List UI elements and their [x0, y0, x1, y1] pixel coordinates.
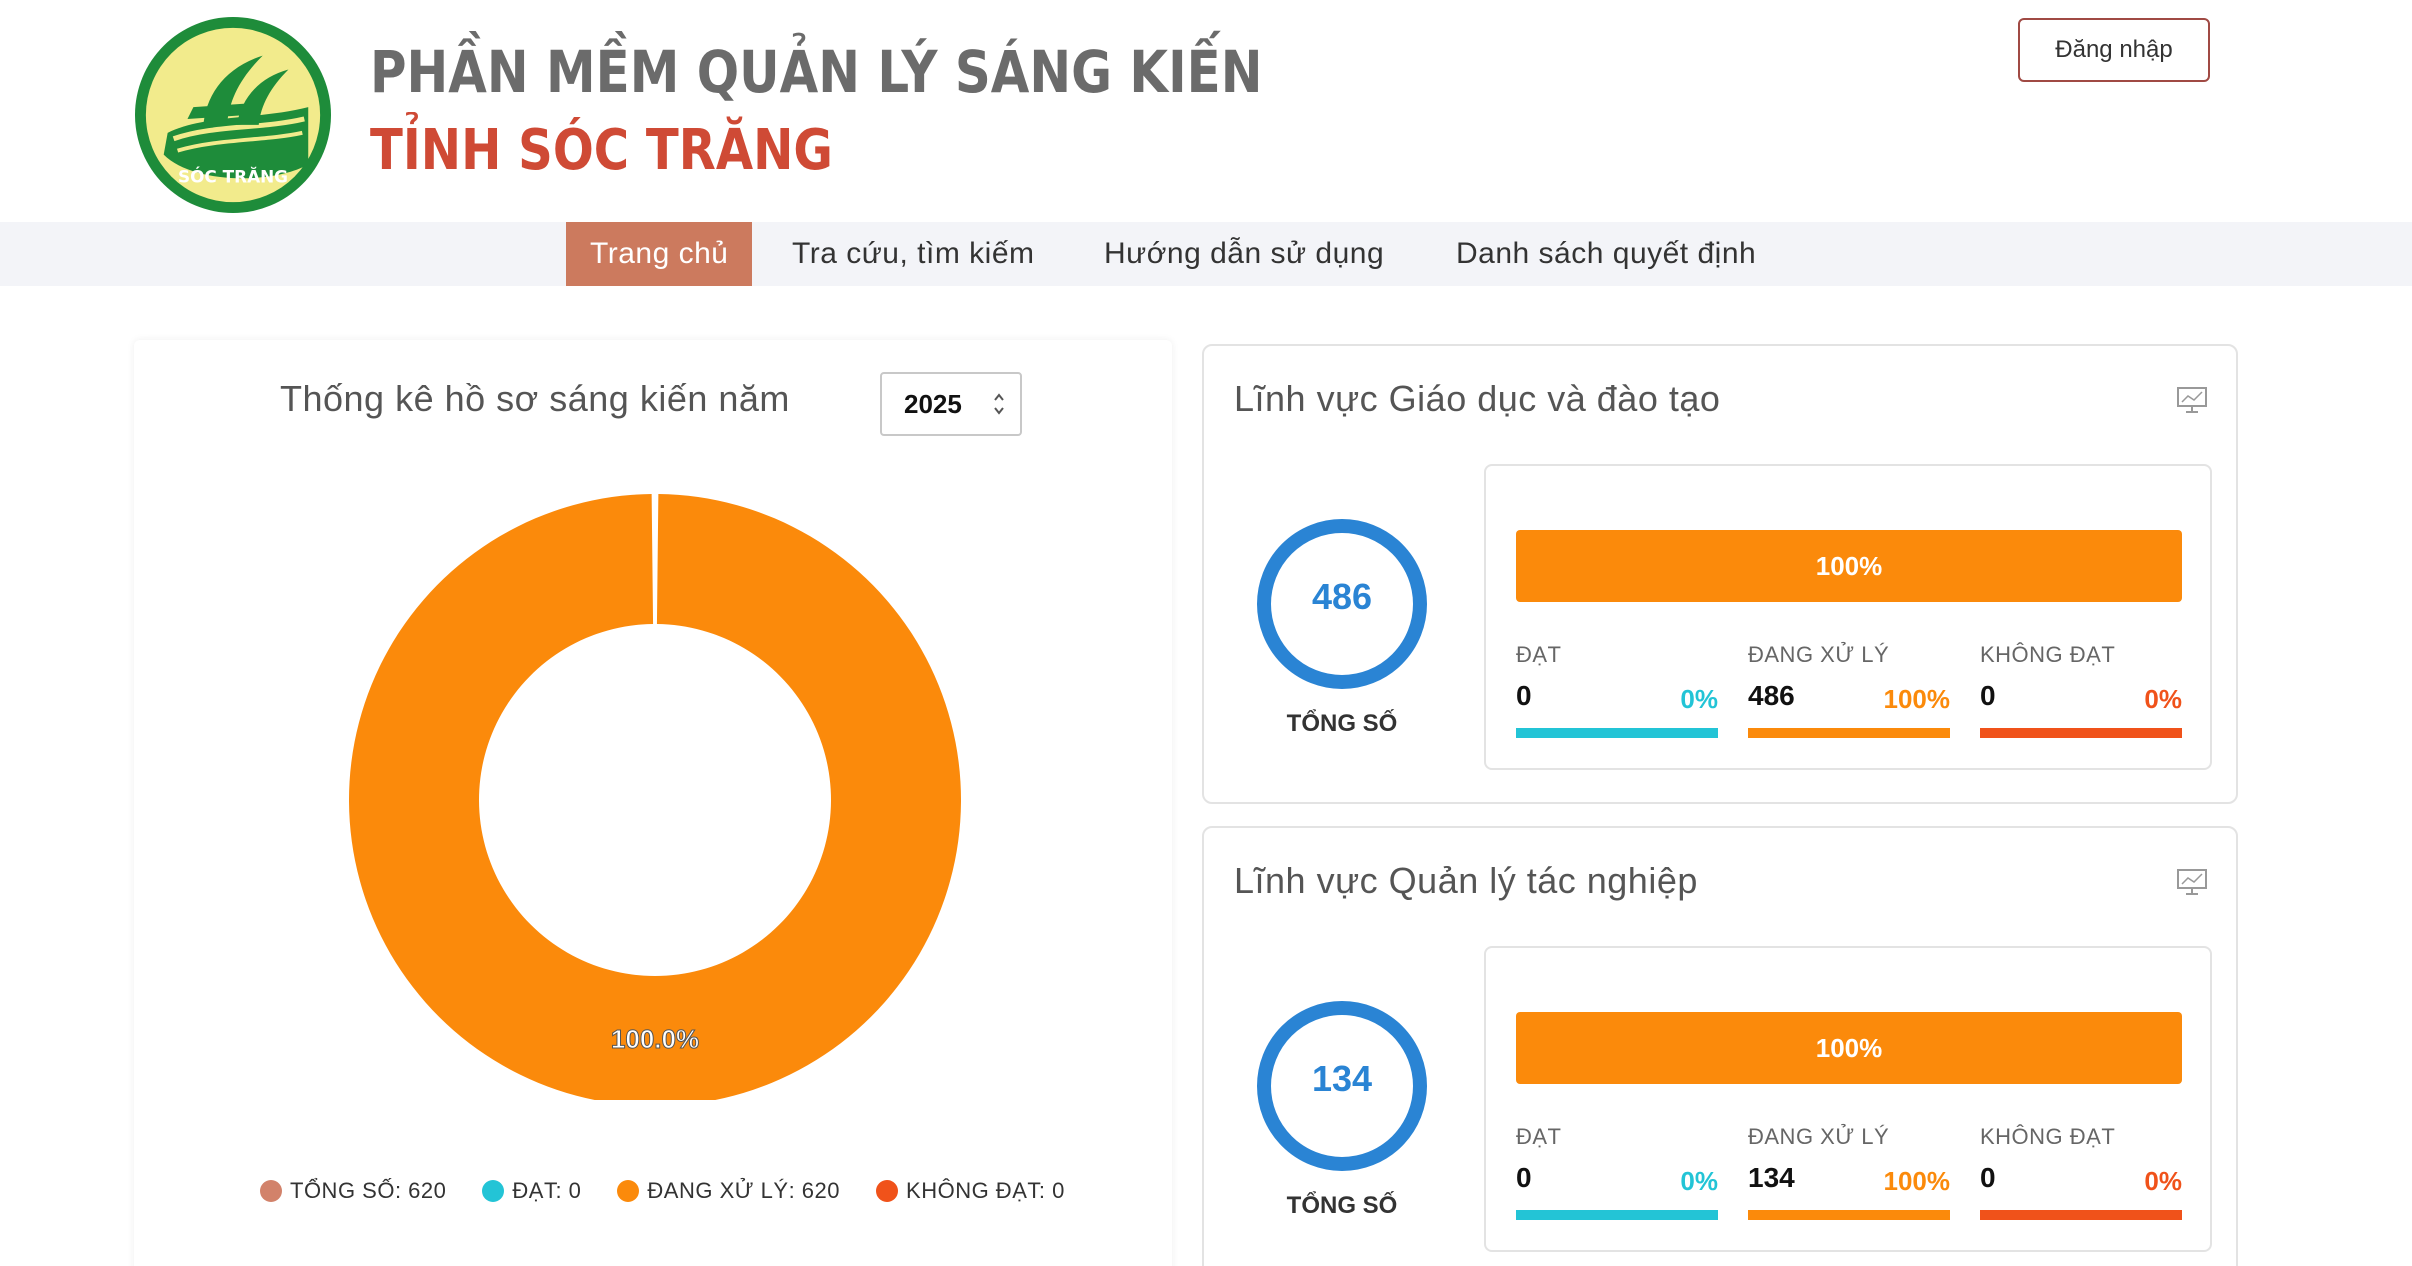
legend-label: ĐẠT: 0 [512, 1178, 582, 1203]
stat-count: 486 [1748, 680, 1795, 711]
overview-card: Thống kê hồ sơ sáng kiến năm 2025 100.0%… [134, 340, 1172, 1266]
progress-box: 100% ĐẠT 0 0% ĐANG XỬ LÝ 486 100% KHÔNG … [1484, 464, 2212, 770]
stat-failed: KHÔNG ĐẠT 0 0% [1980, 1124, 2182, 1224]
nav-search[interactable]: Tra cứu, tìm kiếm [792, 222, 1035, 286]
stat-bar [1980, 728, 2182, 738]
stat-label: ĐẠT [1516, 642, 1562, 667]
nav-guide[interactable]: Hướng dẫn sử dụng [1104, 222, 1384, 286]
field-title: Lĩnh vực Quản lý tác nghiệp [1234, 860, 1698, 901]
stat-bar [1516, 1210, 1718, 1220]
stat-passed: ĐẠT 0 0% [1516, 642, 1718, 742]
stat-count: 134 [1748, 1162, 1795, 1193]
stat-label: KHÔNG ĐẠT [1980, 642, 2116, 667]
nav-home[interactable]: Trang chủ [566, 222, 753, 286]
stat-percent: 0% [2144, 1166, 2182, 1196]
legend-dot [617, 1180, 640, 1202]
nav-decisions[interactable]: Danh sách quyết định [1456, 222, 1756, 286]
legend-label: KHÔNG ĐẠT: 0 [906, 1178, 1065, 1203]
stat-processing: ĐANG XỬ LÝ 486 100% [1748, 642, 1950, 742]
total-value: 134 [1311, 1058, 1373, 1099]
stat-bar [1980, 1210, 2182, 1220]
total-label: TỔNG SỐ [1286, 710, 1398, 737]
chart-legend: TỔNG SỐ: 620 ĐẠT: 0 ĐANG XỬ LÝ: 620 KHÔN… [260, 1178, 1101, 1204]
stat-percent: 100% [1883, 684, 1951, 714]
legend-item-failed[interactable]: KHÔNG ĐẠT: 0 [876, 1178, 1065, 1204]
stat-count: 0 [1516, 1162, 1532, 1193]
main-nav: Trang chủ Tra cứu, tìm kiếm Hướng dẫn sử… [0, 222, 2412, 286]
legend-label: TỔNG SỐ: 620 [290, 1178, 447, 1203]
app-title: PHẦN MỀM QUẢN LÝ SÁNG KIẾN [370, 38, 1263, 106]
monitor-chart-icon[interactable] [2176, 386, 2208, 414]
logo-text: SÓC TRĂNG [178, 165, 288, 186]
stat-bar [1748, 1210, 1950, 1220]
total-value: 486 [1311, 576, 1373, 617]
legend-item-total[interactable]: TỔNG SỐ: 620 [260, 1178, 446, 1204]
status-donut-chart: 100.0% [349, 494, 961, 1100]
app-subtitle: TỈNH SÓC TRĂNG [370, 118, 833, 183]
stat-percent: 100% [1883, 1166, 1951, 1196]
donut-data-label: 100.0% [611, 1024, 699, 1054]
stat-bar [1748, 728, 1950, 738]
page-header: SÓC TRĂNG PHẦN MỀM QUẢN LÝ SÁNG KIẾN TỈN… [0, 0, 2412, 222]
stat-percent: 0% [1680, 684, 1718, 714]
stat-failed: KHÔNG ĐẠT 0 0% [1980, 642, 2182, 742]
stat-label: ĐANG XỬ LÝ [1748, 642, 1890, 667]
progress-box: 100% ĐẠT 0 0% ĐANG XỬ LÝ 134 100% KHÔNG … [1484, 946, 2212, 1252]
legend-dot [876, 1180, 899, 1202]
legend-dot [260, 1180, 282, 1202]
field-card-education: Lĩnh vực Giáo dục và đào tạo 486 TỔNG SỐ… [1202, 344, 2238, 804]
legend-item-passed[interactable]: ĐẠT: 0 [482, 1178, 581, 1204]
stat-passed: ĐẠT 0 0% [1516, 1124, 1718, 1224]
monitor-chart-icon[interactable] [2176, 868, 2208, 896]
field-title: Lĩnh vực Giáo dục và đào tạo [1234, 378, 1721, 419]
soc-trang-logo[interactable]: SÓC TRĂNG [134, 16, 332, 214]
total-label: TỔNG SỐ [1286, 1192, 1398, 1219]
stat-label: ĐANG XỬ LÝ [1748, 1124, 1890, 1149]
login-button[interactable]: Đăng nhập [2018, 18, 2210, 82]
stat-label: KHÔNG ĐẠT [1980, 1124, 2116, 1149]
donut-slice-1[interactable] [349, 494, 961, 1100]
stat-percent: 0% [2144, 684, 2182, 714]
main-progress-bar: 100% [1516, 530, 2182, 602]
stat-label: ĐẠT [1516, 1124, 1562, 1149]
stat-count: 0 [1516, 680, 1532, 711]
stat-count: 0 [1980, 680, 1996, 711]
legend-item-processing[interactable]: ĐANG XỬ LÝ: 620 [617, 1178, 840, 1204]
stat-processing: ĐANG XỬ LÝ 134 100% [1748, 1124, 1950, 1224]
legend-label: ĐANG XỬ LÝ: 620 [647, 1178, 841, 1203]
legend-dot [482, 1180, 505, 1202]
field-card-management: Lĩnh vực Quản lý tác nghiệp 134 TỔNG SỐ … [1202, 826, 2238, 1266]
stat-percent: 0% [1680, 1166, 1718, 1196]
stat-count: 0 [1980, 1162, 1996, 1193]
stat-bar [1516, 728, 1718, 738]
main-progress-bar: 100% [1516, 1012, 2182, 1084]
